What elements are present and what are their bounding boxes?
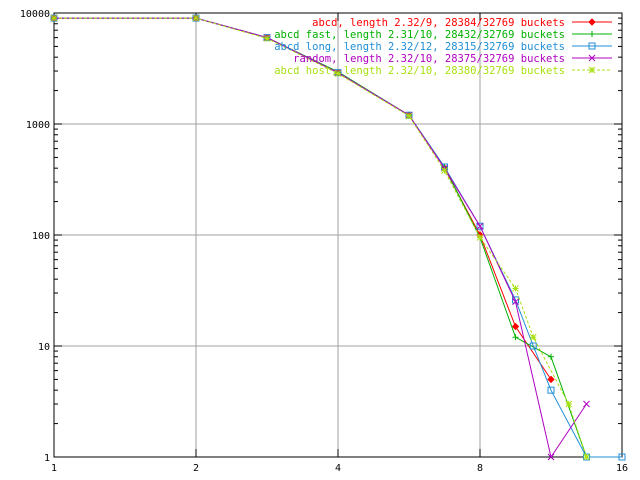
y-tick-label: 10000 (20, 9, 50, 20)
y-tick-label: 100 (32, 231, 50, 242)
series-line (54, 17, 587, 458)
legend-label: random, length 2.32/10, 28375/32769 buck… (293, 53, 565, 65)
legend-entry: abcd host, length 2.32/10, 28380/32769 b… (274, 65, 612, 77)
y-tick-label: 1000 (26, 120, 50, 131)
chart: 1 2 4 8 16 1 10 100 1000 10000 abcd, length 2.32… (20, 9, 628, 474)
y-axis-ticks: 1 10 100 1000 10000 (20, 9, 622, 464)
x-tick-label: 8 (477, 463, 483, 474)
x-tick-label: 1 (51, 463, 57, 474)
series-4 (50, 14, 590, 461)
data-point (565, 400, 573, 408)
legend-label: abcd host, length 2.32/10, 28380/32769 b… (274, 65, 565, 77)
legend-label: abcd fast, length 2.31/10, 28432/32769 b… (274, 29, 565, 41)
legend-entry: random, length 2.32/10, 28375/32769 buck… (293, 53, 612, 65)
legend-entry: abcd, length 2.32/9, 28384/32769 buckets (312, 17, 612, 29)
data-point (511, 322, 520, 331)
data-point (583, 400, 590, 408)
legend-label: abcd long, length 2.32/12, 28315/32769 b… (274, 41, 565, 53)
data-point (512, 285, 519, 292)
x-axis-ticks: 1 2 4 8 16 (51, 13, 628, 474)
x-tick-label: 2 (193, 463, 199, 474)
data-point (548, 353, 555, 360)
data-point (50, 14, 58, 22)
data-point (512, 334, 519, 341)
data-point (583, 453, 590, 461)
series-2 (51, 15, 590, 460)
data-point (405, 112, 413, 120)
series-5 (50, 14, 590, 461)
data-point (441, 167, 448, 174)
legend: abcd, length 2.32/9, 28384/32769 buckets… (274, 17, 612, 77)
series-line (54, 17, 587, 458)
y-tick-label: 1 (44, 453, 50, 464)
legend-marker (588, 66, 596, 74)
data-point (192, 14, 200, 22)
data-point (529, 333, 537, 341)
x-tick-label: 16 (616, 463, 628, 474)
legend-entry: abcd long, length 2.32/12, 28315/32769 b… (274, 41, 612, 53)
data-point (547, 375, 555, 384)
grid-lines (54, 13, 622, 457)
series-line (54, 17, 587, 459)
legend-label: abcd, length 2.32/9, 28384/32769 buckets (312, 17, 565, 29)
legend-marker (588, 18, 596, 26)
x-tick-label: 4 (335, 463, 341, 474)
y-tick-label: 10 (38, 342, 50, 353)
legend-marker (589, 31, 595, 37)
data-point (263, 35, 271, 42)
legend-entry: abcd fast, length 2.31/10, 28432/32769 b… (274, 29, 612, 41)
data-point (476, 234, 484, 241)
